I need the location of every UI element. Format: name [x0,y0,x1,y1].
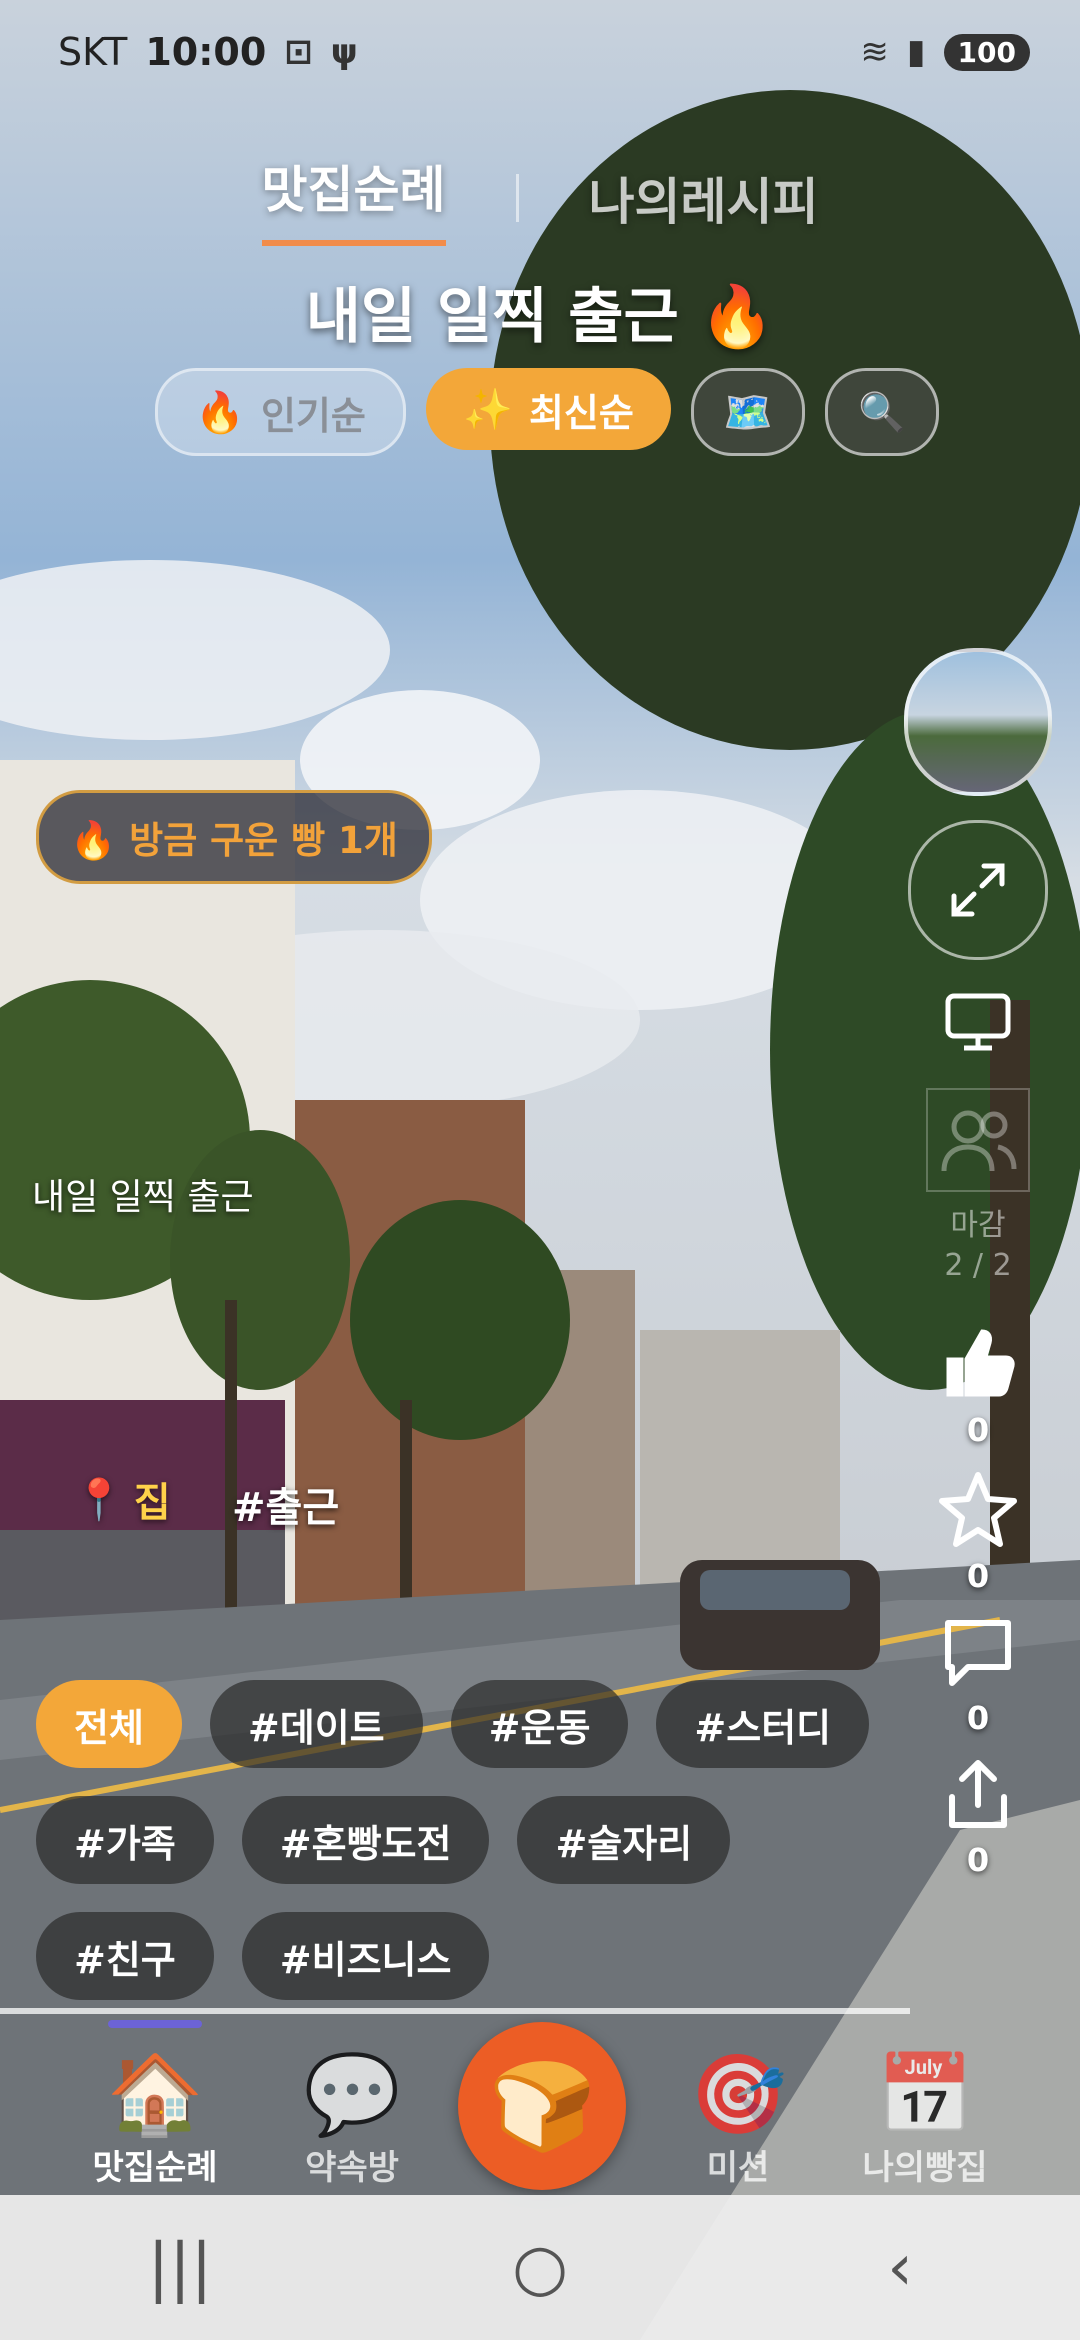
chip-drinks[interactable]: #술자리 [517,1796,731,1884]
house-icon: 🏠 [106,2050,204,2140]
chip-date[interactable]: #데이트 [209,1680,423,1768]
map-button[interactable]: 🗺️ [691,368,805,456]
location-label: 집 [133,1480,171,1526]
nav-food-tour[interactable]: 🏠 맛집순례 [75,2050,235,2189]
signal-icon: ▮ [906,32,926,72]
chip-solo-bread[interactable]: #혼빵도전 [241,1796,490,1884]
post-caption: 내일 일찍 출근 [32,1177,254,1218]
speech-bubble-icon: 💬 [303,2050,401,2140]
carrier-label: SKT [58,30,128,74]
map-icon: 🗺️ [723,389,773,436]
share-count: 0 [966,1841,990,1879]
cast-button[interactable] [942,990,1014,1058]
status-bar: SKT 10:00 ⊡ ψ ≋ ▮ 100 [0,0,1080,110]
screenshot-icon: ⊡ [284,32,313,72]
clock: 10:00 [145,30,267,74]
bread-icon: 🍞 [488,2056,596,2157]
star-icon [939,1472,1017,1547]
sort-latest-label: 최신순 [528,390,634,435]
system-navigation-bar: ||| ○ ‹ [0,2195,1080,2340]
chip-friend[interactable]: #친구 [36,1912,214,2000]
comment-button[interactable] [940,1615,1016,1695]
fullscreen-button[interactable] [908,820,1048,960]
back-button[interactable]: ‹ [820,2231,980,2305]
post-hashtag[interactable]: #출근 [232,1475,339,1533]
tab-my-recipe[interactable]: 나의레시피 [589,162,819,234]
nav-mission-label: 미션 [706,2148,770,2188]
recent-apps-button[interactable]: ||| [100,2231,260,2305]
sparkles-icon: ✨ [463,386,513,433]
author-thumbnail[interactable] [904,648,1052,796]
people-icon [941,1110,1017,1172]
feed-progress-bar [0,2008,910,2014]
chip-all[interactable]: 전체 [36,1680,182,1768]
sort-latest-button[interactable]: ✨ 최신순 [426,368,671,450]
monitor-icon [945,993,1011,1051]
nav-appointment-label: 약속방 [305,2148,399,2188]
target-icon: 🎯 [689,2050,787,2140]
chip-study[interactable]: #스터디 [656,1680,870,1768]
favorite-button[interactable] [936,1469,1020,1553]
nav-appointment-room[interactable]: 💬 약속방 [272,2050,432,2189]
search-icon: 🔍 [858,389,906,434]
nav-food-tour-label: 맛집순례 [92,2148,218,2188]
battery-indicator: 100 [943,33,1030,71]
pin-icon: 📍 [74,1476,124,1523]
expand-icon [951,863,1005,917]
right-action-rail: 마감 2 / 2 0 0 0 0 [904,648,1052,1879]
tab-divider [515,174,519,222]
fire-icon: 🔥 [195,389,245,436]
sort-controls: 🔥 인기순 ✨ 최신순 🗺️ 🔍 [155,368,939,456]
fresh-bread-badge[interactable]: 🔥 방금 구운 빵 1개 [36,790,432,884]
chip-exercise[interactable]: #운동 [450,1680,629,1768]
share-icon [949,1760,1007,1828]
post-title: 내일 일찍 출근 🔥 [305,282,775,352]
chip-business[interactable]: #비즈니스 [241,1912,490,2000]
chip-family[interactable]: #가족 [36,1796,214,1884]
home-button[interactable]: ○ [460,2231,620,2305]
comment-count: 0 [966,1699,990,1737]
category-chips: 전체 #데이트 #운동 #스터디 #가족 #혼빵도전 #술자리 #친구 #비즈니… [36,1680,896,2028]
share-button[interactable] [942,1757,1014,1837]
comment-icon [945,1620,1011,1686]
thumbs-up-icon [946,1329,1015,1397]
center-bread-button[interactable]: 🍞 [458,2022,626,2190]
search-button[interactable]: 🔍 [825,368,939,456]
sort-popular-label: 인기순 [260,393,366,438]
calendar-icon: 📅 [876,2050,974,2140]
usb-icon: ψ [330,32,358,72]
tab-food-tour[interactable]: 맛집순례 [261,150,446,246]
like-count: 0 [966,1411,990,1449]
star-count: 0 [966,1557,990,1595]
nav-my-bakery[interactable]: 📅 나의빵집 [845,2050,1005,2189]
nav-my-bakery-label: 나의빵집 [862,2148,988,2188]
group-status-label: 마감 [950,1208,1006,1243]
nav-mission[interactable]: 🎯 미션 [658,2050,818,2189]
sort-popular-button[interactable]: 🔥 인기순 [155,368,406,456]
location-tag[interactable]: 📍 집 [74,1470,171,1528]
page-indicator: 2 / 2 [944,1248,1012,1283]
group-button[interactable] [926,1088,1030,1192]
top-tabs: 맛집순례 나의레시피 [0,150,1080,246]
wifi-icon: ≋ [860,32,889,72]
like-button[interactable] [938,1323,1018,1407]
